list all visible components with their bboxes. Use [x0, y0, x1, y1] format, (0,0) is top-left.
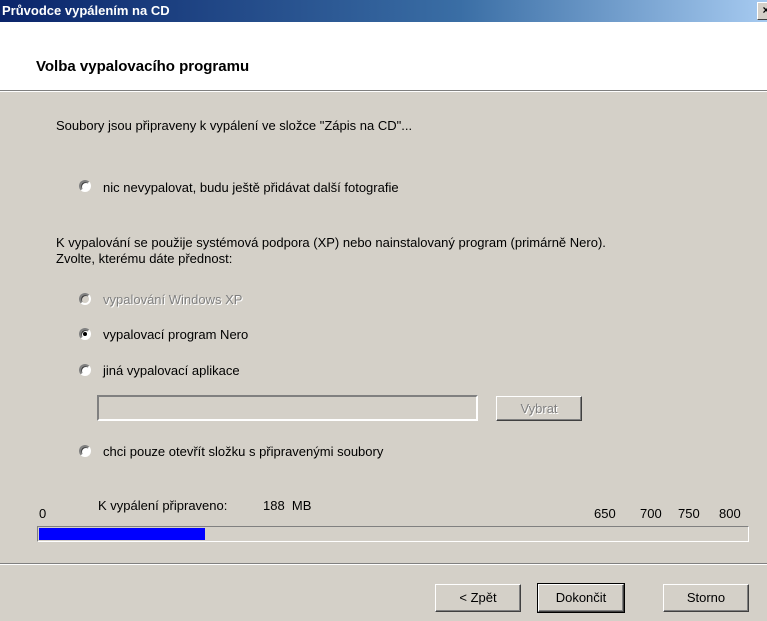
- radio-none[interactable]: [79, 180, 91, 192]
- radio-windows-xp-label[interactable]: vypalování Windows XP: [103, 292, 242, 307]
- prepared-label: K vypálení připraveno:: [98, 498, 228, 513]
- prepared-value: 188 MB: [263, 498, 312, 513]
- window-title: Průvodce vypálením na CD: [2, 3, 170, 18]
- close-button[interactable]: ×: [757, 2, 767, 20]
- scale-start-label: 0: [39, 506, 47, 521]
- page-title: Volba vypalovacího programu: [36, 58, 250, 75]
- other-app-path-input[interactable]: [97, 395, 478, 421]
- radio-open-folder[interactable]: [79, 445, 91, 457]
- scale-mark-800: 800: [719, 506, 741, 521]
- capacity-progress-bar: [37, 526, 749, 542]
- radio-nero-label[interactable]: vypalovací program Nero: [103, 327, 248, 342]
- title-bar: Průvodce vypálením na CD ×: [0, 0, 767, 22]
- browse-button[interactable]: Vybrat: [496, 396, 582, 421]
- finish-button[interactable]: Dokončit: [537, 583, 625, 613]
- footer-divider: [0, 563, 767, 565]
- radio-open-folder-label[interactable]: chci pouze otevřít složku s připravenými…: [103, 444, 383, 459]
- radio-other-app[interactable]: [79, 364, 91, 376]
- back-button[interactable]: < Zpět: [435, 584, 521, 612]
- scale-mark-750: 750: [678, 506, 700, 521]
- wizard-header: Volba vypalovacího programu: [0, 22, 767, 90]
- explanation-line-1: K vypalování se použije systémová podpor…: [56, 235, 606, 250]
- cancel-button[interactable]: Storno: [663, 584, 749, 612]
- capacity-progress-fill: [39, 528, 205, 540]
- radio-windows-xp[interactable]: [79, 293, 91, 305]
- radio-none-label[interactable]: nic nevypalovat, budu ještě přidávat dal…: [103, 180, 399, 195]
- radio-other-app-label[interactable]: jiná vypalovací aplikace: [103, 363, 240, 378]
- explanation-line-2: Zvolte, kterému dáte přednost:: [56, 251, 233, 266]
- intro-text: Soubory jsou připraveny k vypálení ve sl…: [56, 118, 413, 133]
- radio-selected-dot: [83, 332, 87, 336]
- scale-mark-650: 650: [594, 506, 616, 521]
- radio-nero[interactable]: [79, 328, 91, 340]
- header-divider: [0, 90, 767, 92]
- scale-mark-700: 700: [640, 506, 662, 521]
